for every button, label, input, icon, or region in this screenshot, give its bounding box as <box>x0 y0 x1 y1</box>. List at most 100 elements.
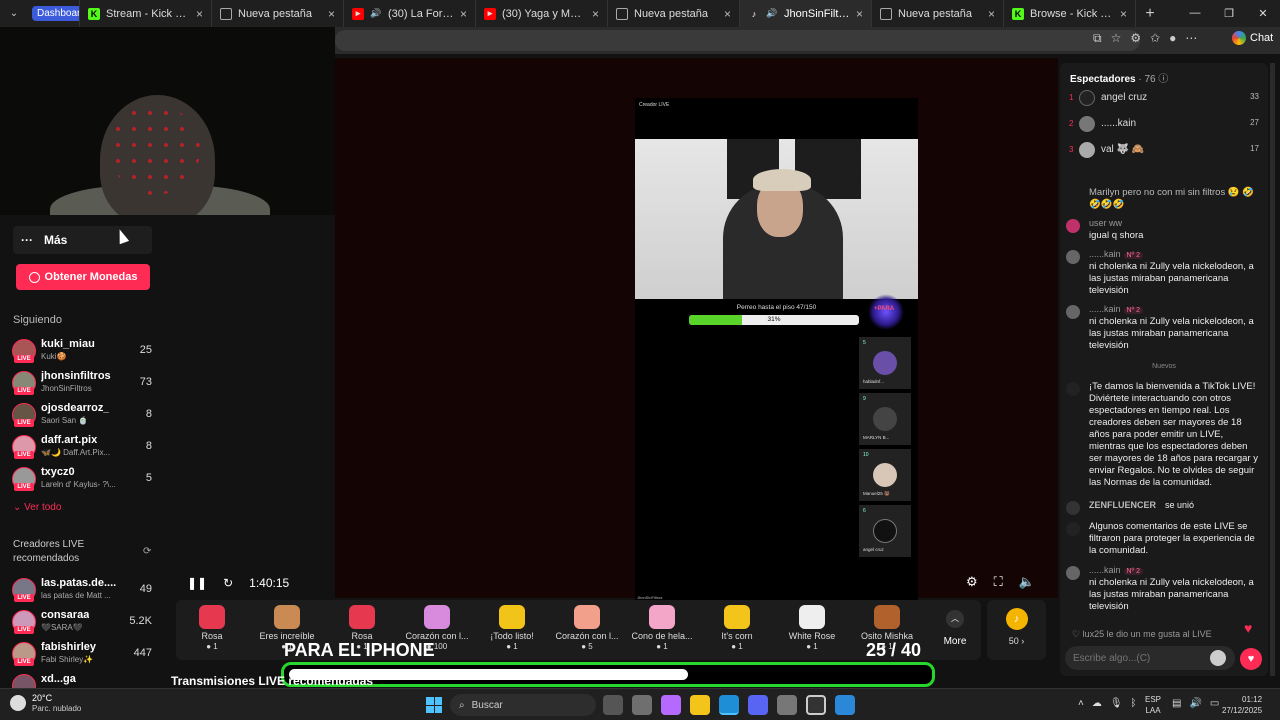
gift-item[interactable]: ¡Todo listo! ● 1 <box>476 602 548 658</box>
following-item[interactable]: LIVE kuki_miau Kuki🍪 25 <box>12 336 157 366</box>
settings-gear-icon[interactable]: ⚙ <box>966 574 978 590</box>
discord-icon[interactable] <box>748 695 768 715</box>
open-in-app-icon[interactable]: ⧉ <box>1093 31 1102 46</box>
gift-item[interactable]: Corazón con l... ● 5 <box>551 602 623 658</box>
close-tab-icon[interactable]: × <box>328 7 335 21</box>
get-coins-button[interactable]: Obtener Monedas <box>16 264 150 290</box>
join-user[interactable]: ZENFLUENCER <box>1089 500 1156 510</box>
taskbar-search[interactable]: ⌕ Buscar <box>450 694 596 716</box>
pause-icon[interactable]: ❚❚ <box>187 576 207 590</box>
language-indicator[interactable]: ESP LAA <box>1145 694 1161 716</box>
profile-avatar-icon[interactable]: ● <box>1169 31 1176 46</box>
close-tab-icon[interactable]: × <box>724 7 731 21</box>
guest-name: MARLYN B... <box>863 435 890 440</box>
following-sub: Kuki🍪 <box>41 352 67 361</box>
message-user[interactable]: ......kain Nº 2 <box>1089 304 1143 314</box>
following-item[interactable]: LIVE daff.art.pix 🦋🌙 Daff.Art.Pix... 8 <box>12 432 157 462</box>
tab-youtube-2[interactable]: ▸ (30) Yaga y Mackie feat. Ar × <box>476 0 608 27</box>
gift-item[interactable]: Cono de hela... ● 1 <box>626 602 698 658</box>
extensions-icon[interactable]: ⚙ <box>1130 31 1141 46</box>
tab-tiktok-active[interactable]: ♪ 🔊 JhonSinFiltros (@jhon × <box>740 0 872 27</box>
top-viewer[interactable]: 3 val 🐺 🙈 17 <box>1069 141 1261 161</box>
see-all-link[interactable]: ⌄ Ver todo <box>13 502 61 513</box>
tab-dashboard[interactable]: Dashboard <box>28 0 80 27</box>
gift-item[interactable]: White Rose ● 1 <box>776 602 848 658</box>
close-tab-icon[interactable]: × <box>856 7 863 21</box>
guest-tile[interactable]: 5 habladnf... <box>859 337 911 389</box>
tab-kick-browse[interactable]: K Browse - Kick Streaming × <box>1004 0 1136 27</box>
tab-kick-dashboard[interactable]: K Stream - Kick Dashboard × <box>80 0 212 27</box>
network-icon[interactable]: ▤ <box>1172 698 1181 709</box>
close-tab-icon[interactable]: × <box>592 7 599 21</box>
chevron-up-icon[interactable]: ˄ <box>1078 698 1084 709</box>
new-tab-button[interactable]: + <box>1136 5 1164 23</box>
fullscreen-icon[interactable]: ⛶ <box>994 574 1003 590</box>
obs-icon[interactable] <box>806 695 826 715</box>
task-view-icon[interactable] <box>603 695 623 715</box>
message-user[interactable]: ......kain Nº 2 <box>1089 565 1143 575</box>
refresh-icon[interactable]: ↻ <box>223 576 233 590</box>
guest-tile[interactable]: 6 angel cruz <box>859 505 911 557</box>
more-gifts-button[interactable]: ︿ More <box>940 610 970 647</box>
video-player[interactable]: Creador LIVE Perreo hasta el piso 47/150… <box>335 58 1199 603</box>
guest-tile[interactable]: 9 MARLYN B... <box>859 393 911 445</box>
tab-youtube-1[interactable]: ▸ 🔊 (30) La Forma En Que × <box>344 0 476 27</box>
favorite-star-icon[interactable]: ☆ <box>1111 31 1122 46</box>
favorites-icon[interactable]: ✩ <box>1150 31 1160 46</box>
top-viewer[interactable]: 1 angel cruz 33 <box>1069 89 1261 109</box>
tab-search-chevron-icon[interactable]: ⌄ <box>0 0 28 27</box>
battery-icon[interactable]: ▭ <box>1210 698 1219 709</box>
following-item[interactable]: LIVE ojosdearroz_ Saori San 🍵 8 <box>12 400 157 430</box>
app-icon[interactable] <box>777 695 797 715</box>
emoji-icon[interactable] <box>1210 650 1226 666</box>
volume-icon[interactable]: 🔊 <box>1189 698 1201 709</box>
page-scrollbar[interactable] <box>1270 63 1275 676</box>
guest-tile[interactable]: 10 Manuel25 🐻 <box>859 449 911 501</box>
overlay-goal-text: PARA EL IPHONE <box>284 640 435 660</box>
copilot-icon[interactable] <box>661 695 681 715</box>
app-icon[interactable] <box>835 695 855 715</box>
close-tab-icon[interactable]: × <box>196 7 203 21</box>
close-tab-icon[interactable]: × <box>1120 7 1127 21</box>
onedrive-icon[interactable]: ☁ <box>1092 698 1102 709</box>
recommended-item[interactable]: xd...ga <box>12 671 157 688</box>
close-tab-icon[interactable]: × <box>460 7 467 21</box>
copilot-chat-button[interactable]: Chat <box>1232 31 1273 45</box>
close-tab-icon[interactable]: × <box>988 7 995 21</box>
following-item[interactable]: LIVE txycz0 Lareln d' Kaylus- ?\... 5 <box>12 464 157 494</box>
weather-widget[interactable]: 20°C Parc. nublado <box>10 693 81 713</box>
top-viewer[interactable]: 2 ......kain 27 <box>1069 115 1261 135</box>
file-explorer-icon[interactable] <box>690 695 710 715</box>
clock[interactable]: 01:12 27/12/2025 <box>1222 694 1262 716</box>
speaker-icon: 🔊 <box>766 8 778 18</box>
message-user[interactable]: ......kain Nº 2 <box>1089 249 1143 259</box>
minimize-icon[interactable]: — <box>1178 7 1212 20</box>
mic-icon[interactable]: 🎙 <box>1110 698 1123 709</box>
menu-dots-icon[interactable]: ⋯ <box>1185 31 1197 46</box>
info-icon[interactable]: ⓘ <box>1158 74 1168 85</box>
gift-heart-button[interactable]: ♥ <box>1240 648 1262 670</box>
message-user[interactable]: user ww <box>1089 218 1122 228</box>
see-all-label: Ver todo <box>24 502 62 513</box>
edge-icon[interactable] <box>719 695 739 715</box>
tab-new-2[interactable]: Nueva pestaña × <box>608 0 740 27</box>
recommended-item[interactable]: LIVE las.patas.de.... las patas de Matt … <box>12 575 157 605</box>
volume-icon[interactable]: 🔈 <box>1019 574 1035 590</box>
recommended-item[interactable]: LIVE consaraa 🖤SARA🖤 5.2K <box>12 607 157 637</box>
store-icon[interactable] <box>632 695 652 715</box>
close-window-icon[interactable]: ✕ <box>1246 7 1280 20</box>
address-bar[interactable] <box>335 30 1140 51</box>
windows-start-icon[interactable] <box>426 697 442 713</box>
gift-item[interactable]: It's corn ● 1 <box>701 602 773 658</box>
tab-new-1[interactable]: Nueva pestaña × <box>212 0 344 27</box>
restore-icon[interactable]: ❐ <box>1212 7 1246 20</box>
tab-new-3[interactable]: Nueva pestaña × <box>872 0 1004 27</box>
more-menu-item[interactable]: ··· Más <box>13 226 152 254</box>
coin-balance[interactable]: ♪ 50 › <box>987 600 1046 660</box>
following-item[interactable]: LIVE jhonsinfiltros JhonSinFiltros 73 <box>12 368 157 398</box>
refresh-icon[interactable]: ⟳ <box>143 546 151 557</box>
gift-item[interactable]: Rosa ● 1 <box>176 602 248 658</box>
viewers-header[interactable]: Espectadores · 76 ⓘ <box>1070 70 1168 85</box>
bluetooth-icon[interactable]: ᛒ <box>1131 698 1137 709</box>
recommended-item[interactable]: LIVE fabishirley Fabi Shirley✨ 447 <box>12 639 157 669</box>
